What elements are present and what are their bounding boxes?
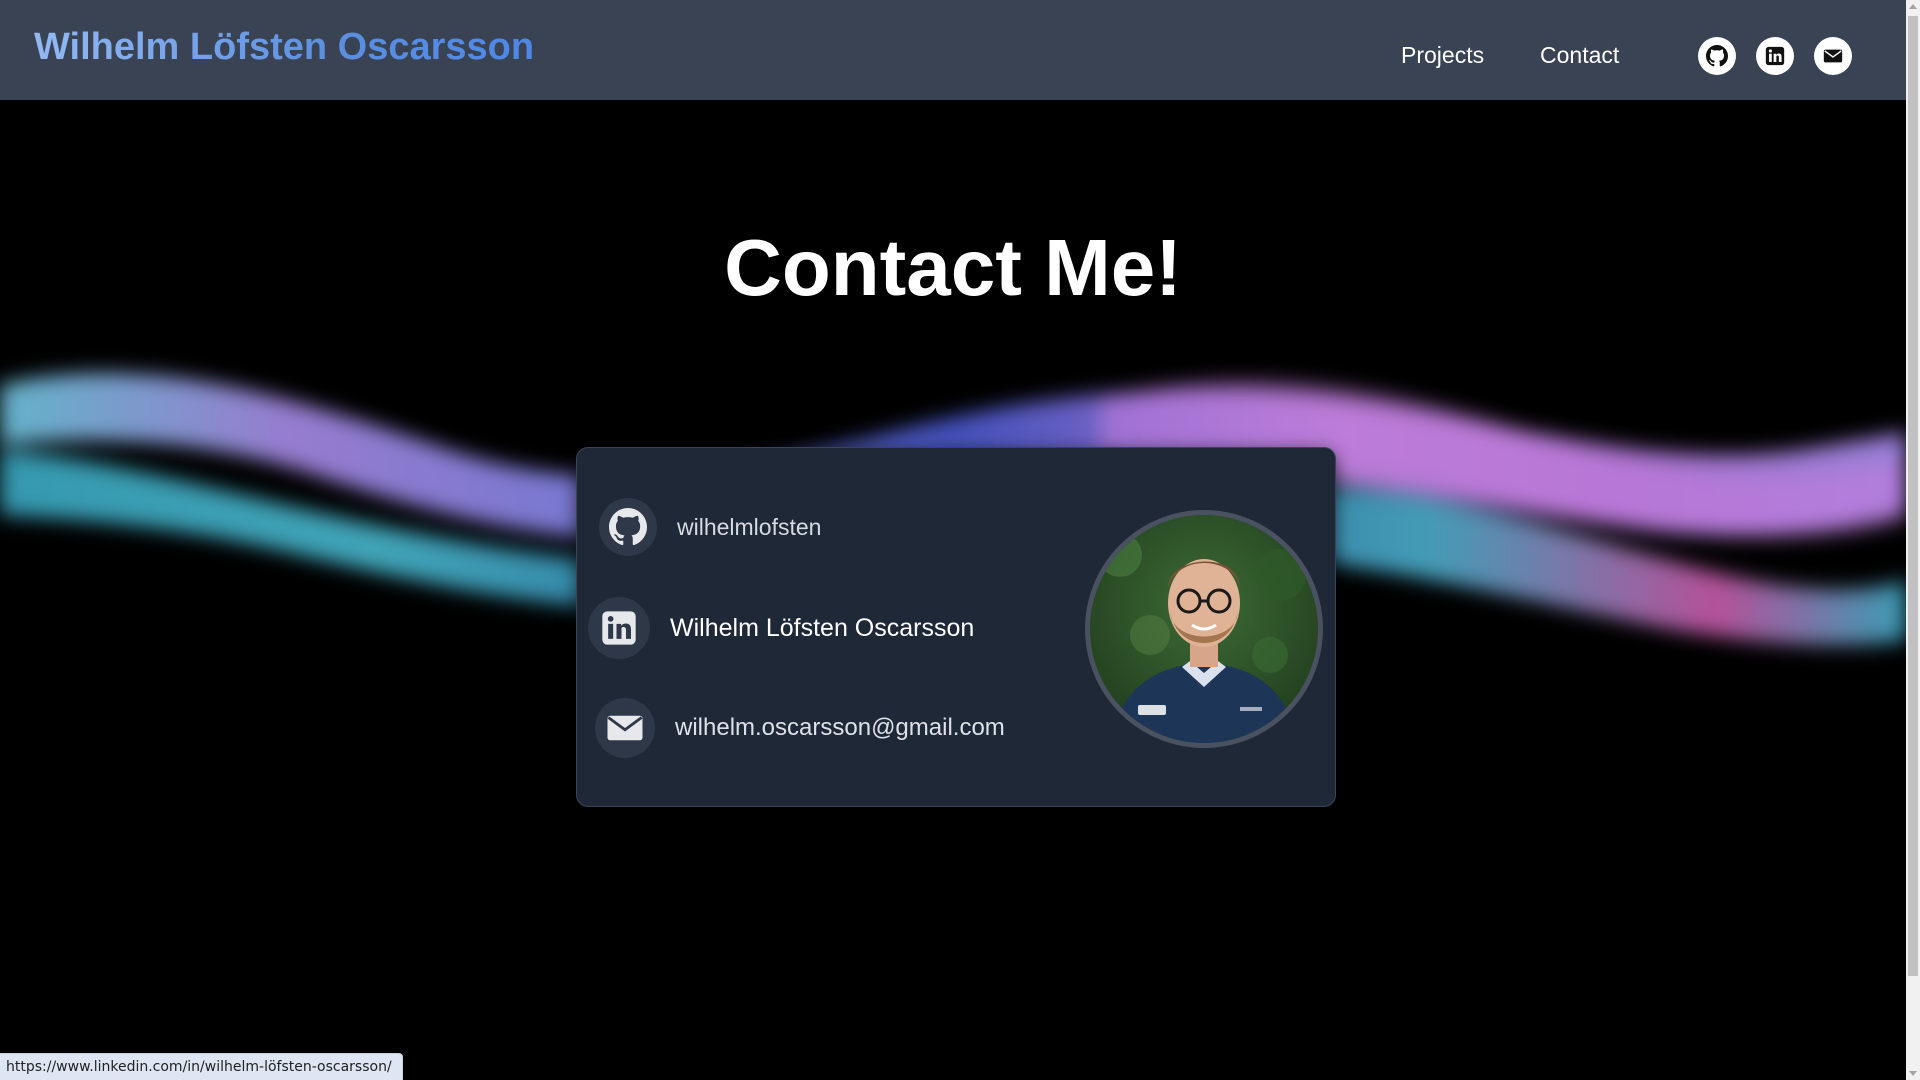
- mail-icon: [607, 715, 643, 741]
- navbar: Wilhelm Löfsten Oscarsson Projects Conta…: [0, 0, 1906, 100]
- linkedin-icon: [1765, 46, 1785, 66]
- contact-github-label: wilhelmlofsten: [677, 513, 822, 540]
- linkedin-icon: [602, 611, 636, 645]
- contact-linkedin-label: Wilhelm Löfsten Oscarsson: [670, 613, 975, 642]
- contact-email-link[interactable]: wilhelm.oscarsson@gmail.com: [595, 698, 1005, 758]
- contact-github-icon-wrap: [599, 498, 657, 556]
- header-github-button[interactable]: [1698, 37, 1736, 75]
- contact-github-link[interactable]: wilhelmlofsten: [599, 498, 821, 556]
- contact-email-label: wilhelm.oscarsson@gmail.com: [675, 714, 1005, 741]
- scroll-down-arrow-icon[interactable]: [1909, 1071, 1917, 1076]
- nav-contact-link[interactable]: Contact: [1540, 42, 1619, 69]
- link-status-bar: https://www.linkedin.com/in/wilhelm-löfs…: [0, 1053, 403, 1080]
- scrollbar-thumb[interactable]: [1908, 16, 1918, 976]
- contact-linkedin-link[interactable]: Wilhelm Löfsten Oscarsson: [588, 597, 974, 659]
- vertical-scrollbar[interactable]: [1906, 0, 1920, 1080]
- contact-linkedin-icon-wrap: [588, 597, 650, 659]
- page-heading: Contact Me!: [724, 223, 1182, 312]
- scroll-up-arrow-icon[interactable]: [1909, 4, 1917, 9]
- github-icon: [609, 508, 647, 546]
- mail-icon: [1823, 49, 1843, 63]
- page: Wilhelm Löfsten Oscarsson Projects Conta…: [0, 0, 1920, 1080]
- header-mail-button[interactable]: [1814, 37, 1852, 75]
- nav-projects-link[interactable]: Projects: [1401, 42, 1484, 69]
- contact-mail-icon-wrap: [595, 698, 655, 758]
- profile-avatar: [1085, 510, 1323, 748]
- site-title[interactable]: Wilhelm Löfsten Oscarsson: [34, 26, 534, 69]
- profile-photo: [1090, 515, 1318, 743]
- contact-card: wilhelmlofsten Wilhelm Löfsten Oscarsson: [576, 447, 1336, 807]
- github-icon: [1706, 45, 1728, 67]
- header-linkedin-button[interactable]: [1756, 37, 1794, 75]
